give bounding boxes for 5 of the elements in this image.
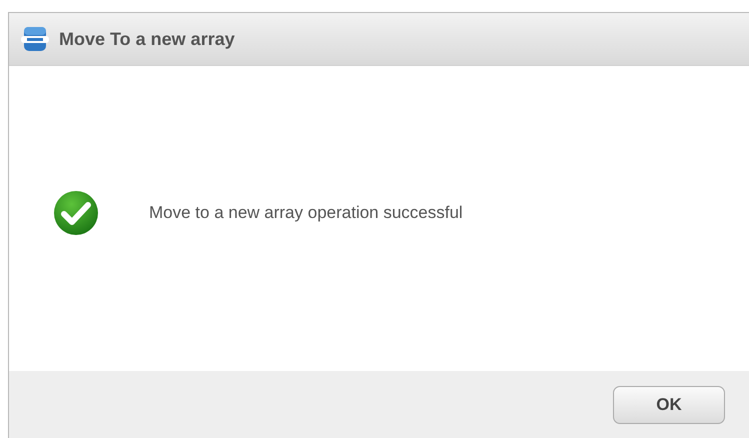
status-message: Move to a new array operation successful	[149, 202, 463, 222]
window-title: Move To a new array	[59, 28, 235, 50]
storage-icon	[21, 26, 49, 52]
success-check-icon	[53, 190, 99, 236]
ok-button[interactable]: OK	[613, 386, 725, 424]
